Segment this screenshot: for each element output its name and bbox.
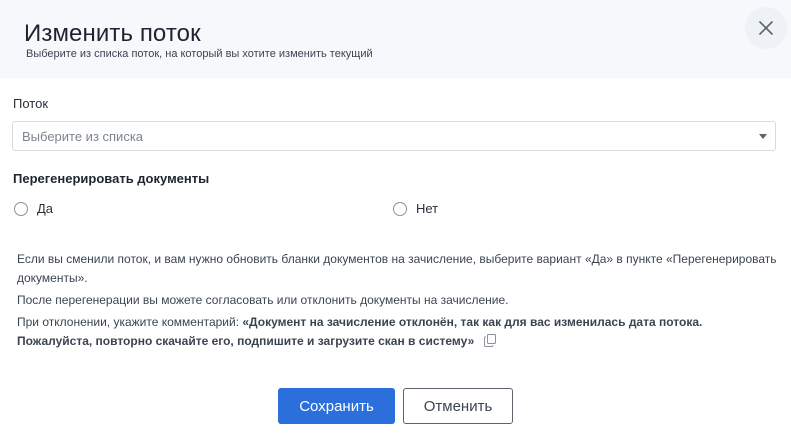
info-paragraph-2: После перегенерации вы можете согласоват… [17, 293, 509, 307]
cancel-button[interactable]: Отменить [403, 388, 513, 424]
info-paragraph-3: При отклонении, укажите комментарий: «До… [17, 313, 777, 353]
close-icon [759, 21, 773, 35]
dialog-title: Изменить поток [24, 20, 201, 47]
radio-no[interactable]: Нет [393, 201, 438, 216]
dialog-header: Изменить поток Выберите из списка поток,… [0, 0, 791, 78]
radio-yes-circle[interactable] [14, 201, 28, 216]
info-comment-prefix: При отклонении, укажите комментарий: [17, 315, 243, 329]
regenerate-label: Перегенерировать документы [13, 171, 210, 186]
stream-select-placeholder: Выберите из списка [22, 129, 144, 144]
radio-no-label: Нет [416, 201, 439, 216]
info-paragraph-1: Если вы сменили поток, и вам нужно обнов… [17, 252, 777, 285]
radio-yes-label: Да [37, 201, 54, 216]
dialog-subtitle: Выберите из списка поток, на который вы … [26, 48, 373, 60]
info-block: Если вы сменили поток, и вам нужно обнов… [17, 250, 777, 356]
save-button[interactable]: Сохранить [278, 388, 395, 424]
stream-select[interactable]: Выберите из списка [12, 121, 776, 151]
close-button[interactable] [745, 7, 787, 49]
copy-icon[interactable] [484, 334, 497, 353]
stream-field-label: Поток [13, 96, 49, 111]
radio-no-circle[interactable] [393, 201, 407, 216]
radio-yes[interactable]: Да [14, 201, 53, 216]
chevron-down-icon [759, 134, 767, 139]
